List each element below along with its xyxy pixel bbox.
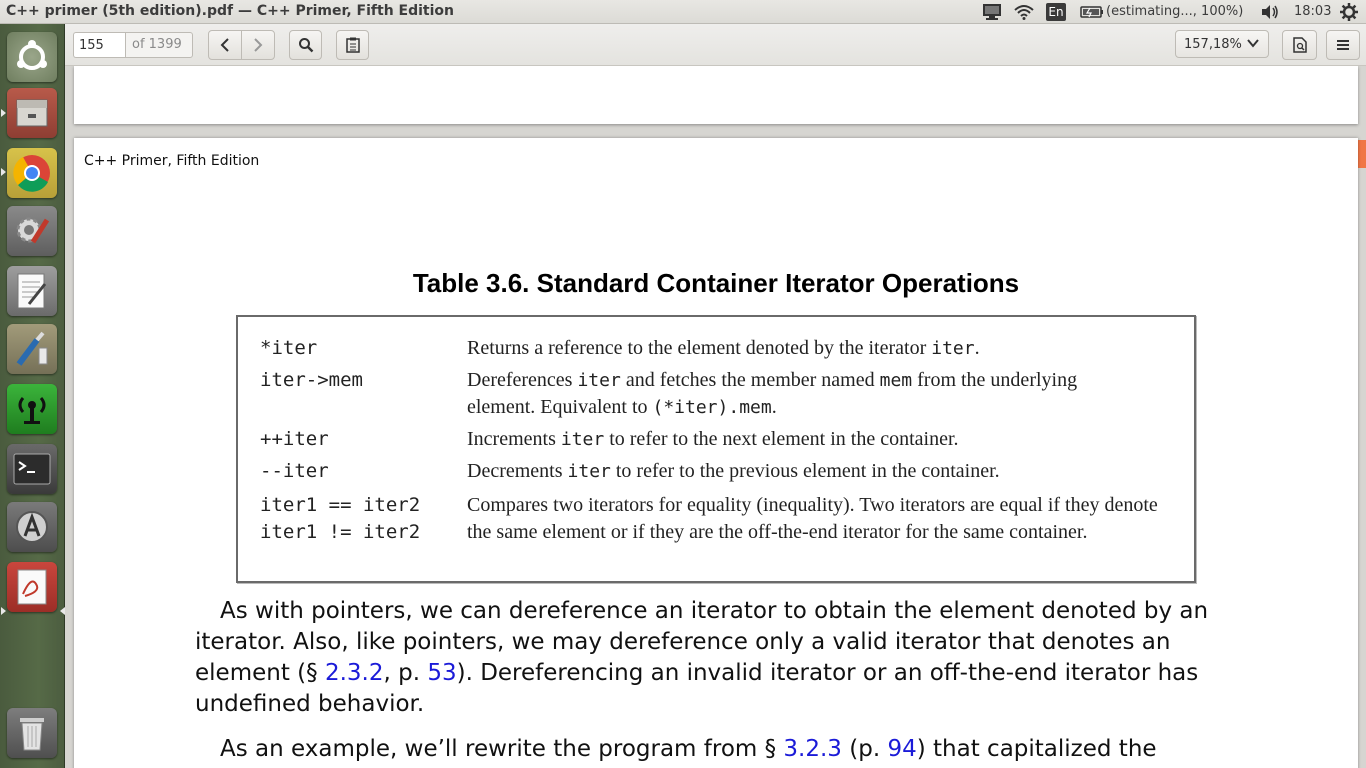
description-cell: Returns a reference to the element denot… xyxy=(467,337,980,359)
wifi-icon[interactable] xyxy=(1014,2,1034,22)
properties-button[interactable] xyxy=(1282,30,1317,60)
zoom-value: 157,18% xyxy=(1184,37,1242,52)
description-cell: Compares two iterators for equality (ine… xyxy=(467,494,1158,543)
pdf-page: C++ Primer, Fifth Edition Table 3.6. Sta… xyxy=(74,138,1358,768)
top-panel: C++ primer (5th edition).pdf — C++ Prime… xyxy=(0,0,1366,24)
previous-page-button[interactable] xyxy=(208,30,242,60)
description-cell: Dereferences iter and fetches the member… xyxy=(467,369,1078,418)
document-view[interactable]: C++ Primer, Fifth Edition Table 3.6. Sta… xyxy=(65,66,1366,768)
battery-icon[interactable] xyxy=(1080,2,1104,22)
description-cell: Increments iter to refer to the next ele… xyxy=(467,428,959,450)
operation-cell: iter1 == iter2 iter1 != iter2 xyxy=(260,494,421,543)
files-icon[interactable] xyxy=(7,88,57,138)
terminal-icon[interactable] xyxy=(7,444,57,494)
operation-cell: --iter xyxy=(260,460,329,482)
operation-cell: ++iter xyxy=(260,428,329,450)
next-page-button[interactable] xyxy=(241,30,275,60)
chrome-icon[interactable] xyxy=(7,148,57,198)
software-updater-icon[interactable] xyxy=(7,502,57,552)
iterator-operations-table: *iter Returns a reference to the element… xyxy=(236,315,1196,583)
menu-button[interactable] xyxy=(1326,30,1360,60)
clock[interactable]: 18:03 xyxy=(1294,4,1331,19)
search-button[interactable] xyxy=(289,30,322,60)
page-link[interactable]: 94 xyxy=(887,736,916,762)
previous-page-sheet xyxy=(74,66,1358,124)
operation-cell: iter->mem xyxy=(260,369,363,391)
wireless-tool-icon[interactable] xyxy=(7,384,57,434)
battery-status-text: (estimating..., 100%) xyxy=(1106,4,1244,19)
drawing-icon[interactable] xyxy=(7,324,57,374)
section-link[interactable]: 2.3.2 xyxy=(325,660,384,686)
chevron-right-icon xyxy=(254,38,263,52)
viewer-toolbar: of 1399 157,18% xyxy=(65,24,1366,66)
annotations-button[interactable] xyxy=(336,30,369,60)
page-link[interactable]: 53 xyxy=(427,660,456,686)
text-editor-icon[interactable] xyxy=(7,266,57,316)
document-zoom-icon xyxy=(1292,37,1307,53)
running-head: C++ Primer, Fifth Edition xyxy=(84,153,260,169)
system-gear-icon[interactable] xyxy=(1340,2,1360,22)
zoom-select[interactable]: 157,18% xyxy=(1175,30,1269,58)
volume-icon[interactable] xyxy=(1260,2,1280,22)
window-title: C++ primer (5th edition).pdf — C++ Prime… xyxy=(6,3,454,19)
clipboard-icon xyxy=(345,37,360,53)
body-paragraph: As with pointers, we can dereference an … xyxy=(195,598,1209,717)
hamburger-menu-icon xyxy=(1337,40,1349,50)
document-viewer-icon[interactable] xyxy=(7,562,57,612)
table-title: Table 3.6. Standard Container Iterator O… xyxy=(412,268,1020,298)
chevron-down-icon xyxy=(1247,39,1259,48)
keyboard-layout-indicator[interactable]: En xyxy=(1046,3,1066,21)
operation-cell: *iter xyxy=(260,337,318,359)
scrollbar-thumb[interactable] xyxy=(1358,140,1366,168)
launcher xyxy=(0,24,65,768)
page-total-label: of 1399 xyxy=(125,32,193,58)
ubuntu-dash-icon[interactable] xyxy=(7,32,57,82)
search-icon xyxy=(298,38,313,53)
chevron-left-icon xyxy=(220,38,229,52)
settings-icon[interactable] xyxy=(7,206,57,256)
page-number-input[interactable] xyxy=(73,32,125,58)
trash-icon[interactable] xyxy=(7,708,57,758)
description-cell: Decrements iter to refer to the previous… xyxy=(467,460,1000,482)
section-link[interactable]: 3.2.3 xyxy=(783,736,842,762)
body-paragraph: As an example, we’ll rewrite the program… xyxy=(220,736,1157,762)
display-icon[interactable] xyxy=(982,2,1002,22)
